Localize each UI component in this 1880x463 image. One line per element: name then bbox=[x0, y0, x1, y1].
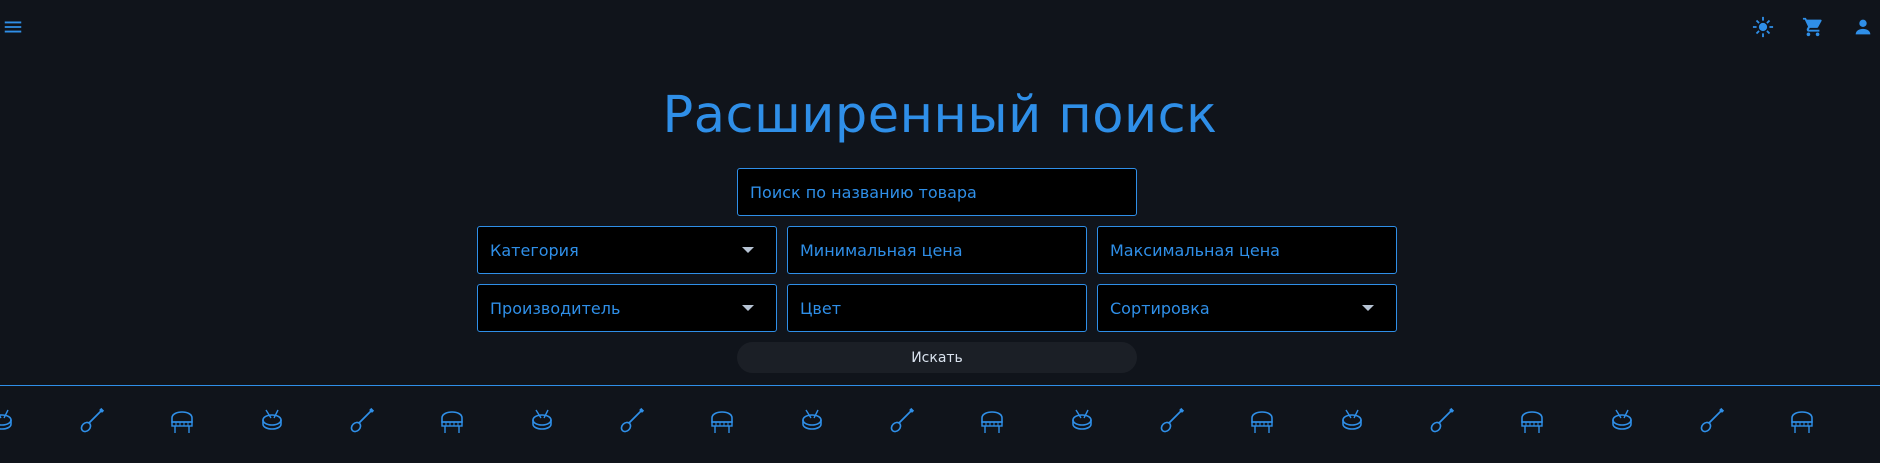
piano-icon bbox=[171, 411, 193, 433]
min-price-input[interactable]: Минимальная цена bbox=[787, 226, 1087, 274]
menu-icon[interactable] bbox=[0, 14, 26, 40]
manufacturer-label: Производитель bbox=[490, 298, 621, 318]
guitar-icon bbox=[1160, 407, 1185, 433]
category-select[interactable]: Категория bbox=[477, 226, 777, 274]
divider bbox=[0, 385, 1880, 386]
manufacturer-select[interactable]: Производитель bbox=[477, 284, 777, 332]
color-input[interactable]: Цвет bbox=[787, 284, 1087, 332]
guitar-icon bbox=[1430, 407, 1455, 433]
instrument-pattern bbox=[0, 406, 1880, 438]
dropdown-arrow-icon bbox=[742, 247, 754, 253]
cart-icon[interactable] bbox=[1800, 14, 1826, 40]
dropdown-arrow-icon bbox=[742, 305, 754, 311]
dropdown-arrow-icon bbox=[1362, 305, 1374, 311]
guitar-icon bbox=[350, 407, 375, 433]
drum-icon bbox=[1342, 409, 1362, 430]
sort-label: Сортировка bbox=[1110, 298, 1210, 318]
sun-icon[interactable] bbox=[1750, 14, 1776, 40]
guitar-icon bbox=[1700, 407, 1725, 433]
piano-icon bbox=[1791, 411, 1813, 433]
piano-icon bbox=[441, 411, 463, 433]
guitar-icon bbox=[80, 407, 105, 433]
drum-icon bbox=[1612, 409, 1632, 430]
search-input-label: Поиск по названию товара bbox=[750, 182, 977, 202]
search-input[interactable]: Поиск по названию товара bbox=[737, 168, 1137, 216]
piano-icon bbox=[1251, 411, 1273, 433]
category-label: Категория bbox=[490, 240, 579, 260]
drum-icon bbox=[532, 409, 552, 430]
max-price-label: Максимальная цена bbox=[1110, 240, 1280, 260]
drum-icon bbox=[1072, 409, 1092, 430]
guitar-icon bbox=[620, 407, 645, 433]
search-button[interactable]: Искать bbox=[737, 342, 1137, 373]
person-icon[interactable] bbox=[1850, 14, 1876, 40]
drum-icon bbox=[262, 409, 282, 430]
drum-icon bbox=[0, 409, 12, 430]
min-price-label: Минимальная цена bbox=[800, 240, 963, 260]
page-title: Расширенный поиск bbox=[662, 86, 1218, 145]
drum-icon bbox=[802, 409, 822, 430]
color-label: Цвет bbox=[800, 298, 842, 318]
piano-icon bbox=[1521, 411, 1543, 433]
sort-select[interactable]: Сортировка bbox=[1097, 284, 1397, 332]
max-price-input[interactable]: Максимальная цена bbox=[1097, 226, 1397, 274]
guitar-icon bbox=[890, 407, 915, 433]
piano-icon bbox=[981, 411, 1003, 433]
piano-icon bbox=[711, 411, 733, 433]
